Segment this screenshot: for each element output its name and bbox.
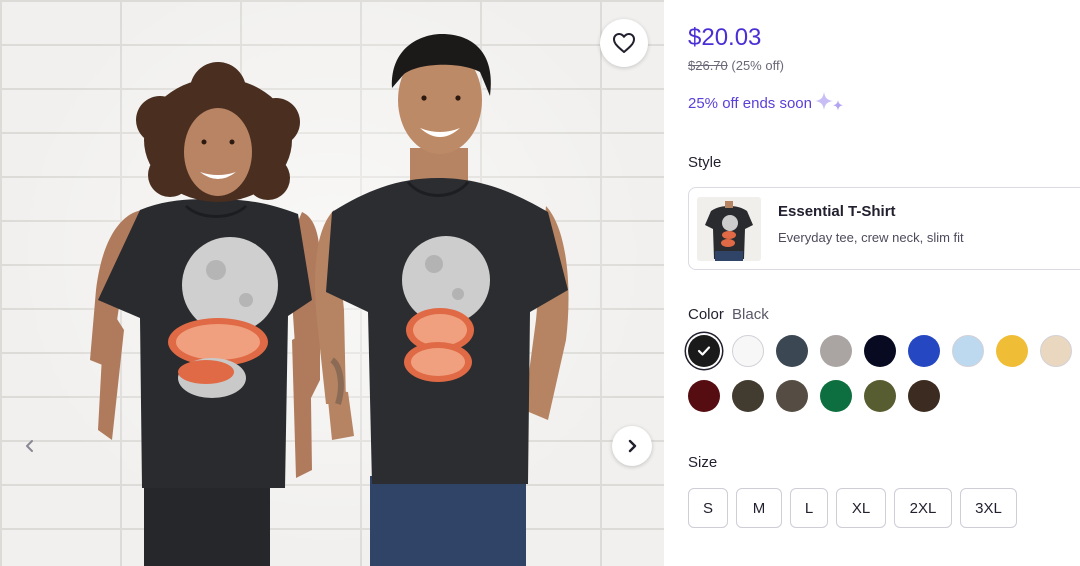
size-options: S M L XL 2XL 3XL <box>688 488 1080 528</box>
color-swatch[interactable] <box>908 380 940 412</box>
product-details-panel: $20.03 $26.70 (25% off) 25% off ends soo… <box>688 0 1080 566</box>
color-swatch[interactable] <box>908 335 940 367</box>
model-man <box>315 34 569 566</box>
color-swatch[interactable] <box>820 335 852 367</box>
size-option-xl[interactable]: XL <box>836 488 886 528</box>
check-icon <box>697 346 711 356</box>
next-image-button[interactable] <box>612 426 652 466</box>
color-swatch[interactable] <box>688 380 720 412</box>
color-swatch[interactable] <box>688 335 720 367</box>
size-option-m[interactable]: M <box>736 488 782 528</box>
color-swatch[interactable] <box>820 380 852 412</box>
chevron-right-icon <box>628 439 637 453</box>
product-image-gallery[interactable] <box>0 0 664 566</box>
size-option-3xl[interactable]: 3XL <box>960 488 1017 528</box>
original-price-row: $26.70 (25% off) <box>688 58 784 73</box>
style-label: Style <box>688 154 722 171</box>
sparkle-icon <box>814 92 843 111</box>
sale-text: 25% off ends soon <box>688 94 812 112</box>
product-photo <box>90 34 569 566</box>
color-label: Color <box>688 306 724 323</box>
color-label-row: Color Black <box>688 306 769 323</box>
original-price: $26.70 <box>688 58 728 73</box>
color-swatch[interactable] <box>1040 335 1072 367</box>
style-description: Everyday tee, crew neck, slim fit <box>778 230 964 245</box>
size-option-l[interactable]: L <box>790 488 828 528</box>
color-swatch[interactable] <box>864 335 896 367</box>
heart-outline-icon <box>613 33 635 53</box>
selected-color-name: Black <box>732 306 769 323</box>
color-swatches <box>688 335 1080 415</box>
size-label: Size <box>688 454 718 471</box>
discount-percent: (25% off) <box>731 58 784 73</box>
color-swatch[interactable] <box>952 335 984 367</box>
color-swatch[interactable] <box>864 380 896 412</box>
size-option-2xl[interactable]: 2XL <box>894 488 952 528</box>
color-swatch[interactable] <box>996 335 1028 367</box>
previous-image-button[interactable] <box>14 428 46 464</box>
current-price: $20.03 <box>688 24 762 51</box>
color-swatch[interactable] <box>776 380 808 412</box>
sale-banner: 25% off ends soon <box>688 90 846 116</box>
style-option-card[interactable]: Essential T-Shirt Everyday tee, crew nec… <box>688 187 1080 270</box>
color-swatch[interactable] <box>732 380 764 412</box>
color-swatch[interactable] <box>776 335 808 367</box>
style-thumbnail <box>697 197 761 261</box>
chevron-left-icon <box>26 440 33 452</box>
color-swatch[interactable] <box>732 335 764 367</box>
style-name: Essential T-Shirt <box>778 203 896 220</box>
model-woman <box>90 62 321 566</box>
size-option-s[interactable]: S <box>688 488 728 528</box>
favorite-button[interactable] <box>600 19 648 67</box>
